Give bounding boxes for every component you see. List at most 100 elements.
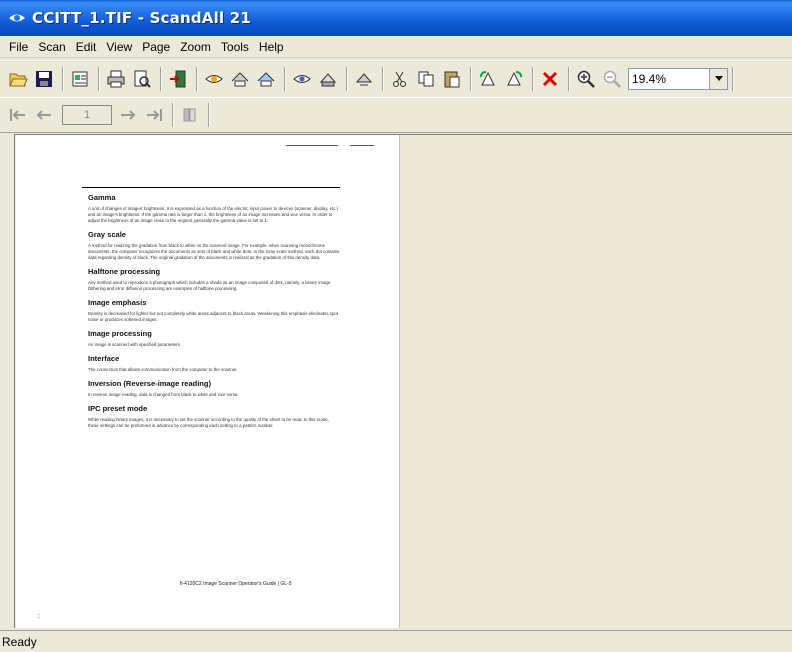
scanner-select-button[interactable]: [316, 67, 340, 91]
toolbar-separator: [532, 66, 534, 91]
scan-options-button[interactable]: [352, 67, 376, 91]
scan-append-icon: [257, 71, 275, 86]
scan-setup-icon: [293, 74, 311, 83]
entry-heading: Interface: [88, 354, 120, 363]
scan-batch-button[interactable]: [228, 67, 252, 91]
properties-icon: [72, 71, 88, 86]
zoom-out-icon: [603, 70, 621, 88]
copy-icon: [418, 71, 434, 86]
toolbar-separator: [568, 66, 570, 91]
menu-file[interactable]: File: [4, 38, 33, 56]
glossary-entry: Inversion (Reverse-image reading) In rev…: [88, 379, 340, 398]
app-eye-icon: [9, 14, 25, 22]
entry-heading: Image emphasis: [88, 298, 147, 307]
glossary-entry: Gray scale A method for realizing the gr…: [88, 230, 340, 261]
menu-view[interactable]: View: [101, 38, 137, 56]
menu-edit[interactable]: Edit: [71, 38, 102, 56]
toolbar-separator: [208, 103, 210, 127]
toolbar-separator: [346, 66, 348, 91]
page-footer: fi-4120C2 Image Scanner Operator's Guide…: [180, 581, 292, 587]
menu-page[interactable]: Page: [137, 38, 175, 56]
rotate-right-icon: [507, 70, 522, 85]
properties-button[interactable]: [68, 67, 92, 91]
navigation-toolbar: 1: [0, 97, 792, 133]
exit-button[interactable]: [166, 67, 190, 91]
arrow-left-icon: [36, 110, 51, 120]
scan-setup-button[interactable]: [290, 67, 314, 91]
zoom-out-button[interactable]: [600, 67, 624, 91]
menu-zoom[interactable]: Zoom: [175, 38, 216, 56]
next-page-button[interactable]: [116, 103, 140, 127]
app-window: CCITT_1.TIF - ScandAll 21 File Scan Edit…: [0, 0, 792, 652]
printer-icon: [107, 70, 125, 87]
glossary-entry: Image processing An image is scanned wit…: [88, 329, 340, 348]
glossary-content: Gamma A unit of changes of images' brigh…: [88, 193, 340, 435]
menu-scan[interactable]: Scan: [33, 38, 70, 56]
print-preview-button[interactable]: [130, 67, 154, 91]
main-toolbar: 19.4%: [0, 60, 792, 96]
page-rule: [82, 187, 340, 188]
scan-options-icon: [355, 72, 373, 85]
scan-eye-icon: [205, 74, 223, 83]
entry-body: Any method used to reproduce a photograp…: [88, 280, 332, 291]
entry-heading: Inversion (Reverse-image reading): [88, 379, 211, 388]
first-page-button[interactable]: [6, 103, 30, 127]
menu-help[interactable]: Help: [254, 38, 289, 56]
toolbar-separator: [470, 66, 472, 91]
entry-body: The connection that allows communication…: [88, 367, 238, 372]
scan-append-button[interactable]: [254, 67, 278, 91]
zoom-in-icon: [577, 70, 595, 88]
print-button[interactable]: [104, 67, 128, 91]
page-number-field[interactable]: 1: [62, 105, 112, 125]
cut-button[interactable]: [388, 67, 412, 91]
previous-page-button[interactable]: [32, 103, 56, 127]
entry-body: An image is scanned with specified param…: [88, 342, 181, 347]
document-page: Gamma A unit of changes of images' brigh…: [16, 135, 400, 628]
delete-x-icon: [542, 71, 558, 86]
window-title: CCITT_1.TIF - ScandAll 21: [32, 9, 251, 27]
delete-button[interactable]: [538, 67, 562, 91]
page-thumbnail-button[interactable]: [178, 103, 202, 127]
entry-heading: Gray scale: [88, 230, 126, 239]
entry-heading: IPC preset mode: [88, 404, 148, 413]
toolbar-separator: [98, 66, 100, 91]
entry-body: In reverse image reading, data is change…: [88, 392, 239, 397]
zoom-dropdown[interactable]: 19.4%: [628, 67, 728, 90]
last-page-button[interactable]: [142, 103, 166, 127]
zoom-value: 19.4%: [632, 71, 667, 86]
glossary-entry: IPC preset mode While reading binary ima…: [88, 404, 340, 429]
toolbar-separator: [382, 66, 384, 91]
scanner-icon: [319, 72, 337, 86]
toolbar-separator: [172, 103, 174, 127]
exit-door-icon: [170, 70, 186, 87]
arrow-right-icon: [121, 110, 136, 120]
open-button[interactable]: [6, 67, 30, 91]
chevron-down-icon[interactable]: [709, 68, 727, 89]
entry-heading: Gamma: [88, 193, 116, 202]
toolbar-separator: [732, 66, 734, 91]
toolbar-separator: [284, 66, 286, 91]
rotate-right-button[interactable]: [502, 67, 526, 91]
status-bar: Ready: [0, 630, 792, 652]
zoom-in-button[interactable]: [574, 67, 598, 91]
scan-button[interactable]: [202, 67, 226, 91]
entry-body: Density is decreased for lighter but not…: [88, 311, 339, 322]
copy-button[interactable]: [414, 67, 438, 91]
glossary-entry: Image emphasis Density is decreased for …: [88, 298, 340, 323]
glossary-entry: Halftone processing Any method used to r…: [88, 267, 340, 292]
scissors-icon: [393, 71, 406, 87]
print-preview-icon: [134, 70, 151, 88]
image-viewer[interactable]: Gamma A unit of changes of images' brigh…: [14, 134, 792, 628]
entry-body: A method for realizing the gradation fro…: [88, 243, 340, 260]
save-button[interactable]: [32, 67, 56, 91]
paste-button[interactable]: [440, 67, 464, 91]
scan-batch-icon: [231, 71, 249, 86]
floppy-disk-icon: [36, 70, 52, 87]
last-page-icon: [147, 109, 162, 121]
rotate-left-button[interactable]: [476, 67, 500, 91]
title-bar[interactable]: CCITT_1.TIF - ScandAll 21: [0, 0, 792, 36]
book-icon: [183, 108, 196, 122]
toolbar-separator: [62, 66, 64, 91]
page-corner-mark: :: [38, 613, 40, 620]
menu-tools[interactable]: Tools: [216, 38, 254, 56]
